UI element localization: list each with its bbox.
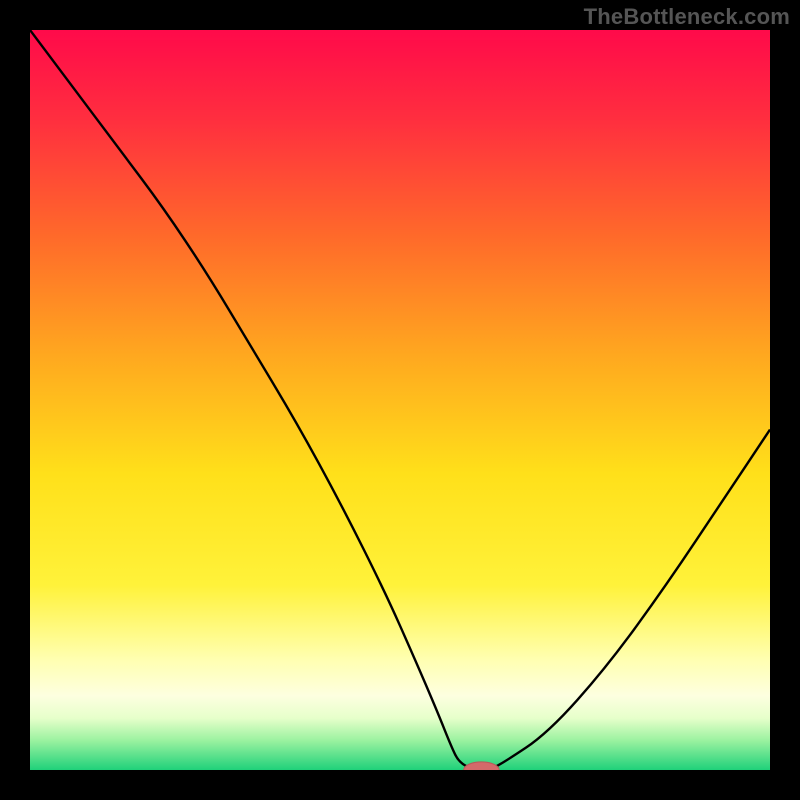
plot-area — [30, 30, 770, 770]
watermark-text: TheBottleneck.com — [584, 4, 790, 30]
chart-frame: TheBottleneck.com — [0, 0, 800, 800]
bottleneck-chart — [30, 30, 770, 770]
gradient-background — [30, 30, 770, 770]
